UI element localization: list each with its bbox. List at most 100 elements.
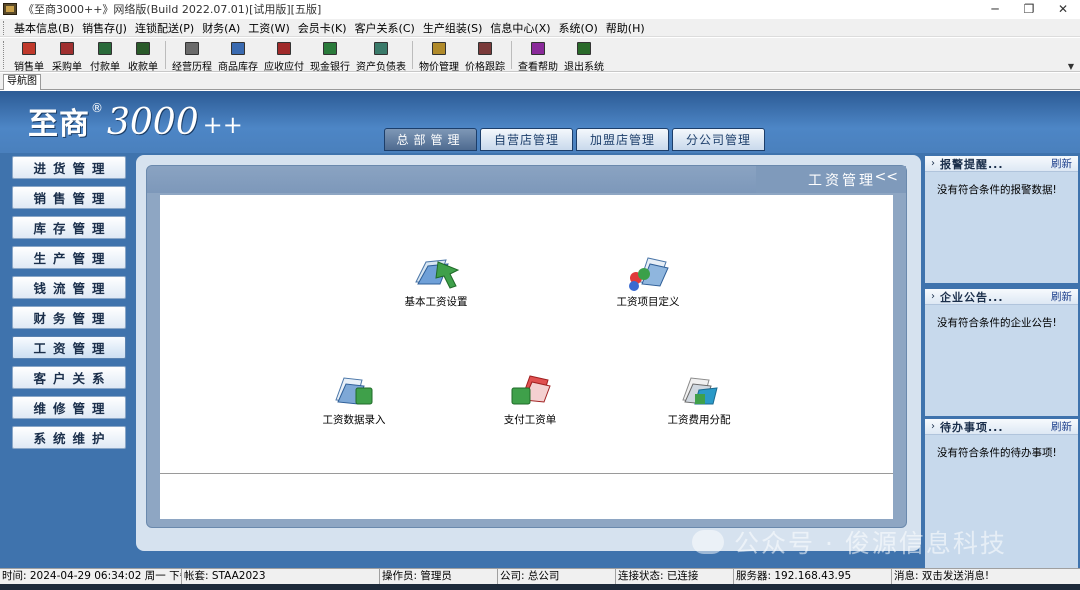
- toolbar-price-manage-button[interactable]: 物价管理: [416, 38, 462, 73]
- alarm-refresh-link[interactable]: 刷新: [1051, 156, 1072, 171]
- nav-purchase[interactable]: 进货管理: [12, 156, 126, 179]
- notice-header: › 企业公告... 刷新: [925, 289, 1078, 305]
- notice-box: › 企业公告... 刷新 没有符合条件的企业公告!: [925, 289, 1078, 416]
- toolbar-help-button[interactable]: 查看帮助: [515, 38, 561, 73]
- toolbar-business-history-button[interactable]: 经营历程: [169, 38, 215, 73]
- func-label: 支付工资单: [503, 414, 557, 426]
- close-button[interactable]: ✕: [1046, 0, 1080, 18]
- menu-finance[interactable]: 财务(A): [198, 20, 244, 36]
- toolbar-exit-button[interactable]: 退出系统: [561, 38, 607, 73]
- menu-grip-icon[interactable]: [3, 20, 6, 35]
- func-label: 工资数据录入: [322, 414, 386, 426]
- watermark-text: 公众号 · 俊源信息科技: [734, 529, 1007, 558]
- nav-customer[interactable]: 客户关系: [12, 366, 126, 389]
- price-manage-icon: [432, 42, 446, 55]
- toolbar-label: 商品库存: [218, 62, 258, 73]
- panel-title: 工资管理: [808, 173, 876, 189]
- basic-salary-setting-icon: [410, 252, 462, 292]
- history-icon: [185, 42, 199, 55]
- menu-salary[interactable]: 工资(W): [244, 20, 293, 36]
- salary-expense-allocation-icon: [673, 370, 725, 410]
- tab-franchise-store[interactable]: 加盟店管理: [576, 128, 669, 151]
- price-track-icon: [478, 42, 492, 55]
- nav-sales[interactable]: 销售管理: [12, 186, 126, 209]
- tab-branch-company[interactable]: 分公司管理: [672, 128, 765, 151]
- toolbar-inventory-button[interactable]: 商品库存: [215, 38, 261, 73]
- left-module-nav: 进货管理 销售管理 库存管理 生产管理 钱流管理 财务管理 工资管理 客户关系 …: [12, 156, 128, 456]
- nav-maintenance[interactable]: 维修管理: [12, 396, 126, 419]
- menu-system[interactable]: 系统(O): [555, 20, 602, 36]
- func-salary-item-definition[interactable]: 工资项目定义: [598, 252, 698, 309]
- menu-basic-info[interactable]: 基本信息(B): [10, 20, 78, 36]
- func-basic-salary-setting[interactable]: 基本工资设置: [386, 252, 486, 309]
- tab-navigation-map[interactable]: 导航图: [3, 74, 41, 90]
- menu-production-assembly[interactable]: 生产组装(S): [419, 20, 487, 36]
- registered-mark: ®: [91, 101, 103, 115]
- menu-info-center[interactable]: 信息中心(X): [486, 20, 554, 36]
- toolbar-label: 现金银行: [310, 62, 350, 73]
- workspace: 至商 ® 3000 ++ 总部管理 自营店管理 加盟店管理 分公司管理 进货管理…: [0, 91, 1080, 568]
- toolbar-label: 资产负债表: [356, 62, 406, 73]
- menu-customer-relations[interactable]: 客户关系(C): [351, 20, 419, 36]
- status-server: 服务器: 192.168.43.95: [734, 569, 892, 585]
- alarm-header: › 报警提醒... 刷新: [925, 156, 1078, 172]
- notice-title: 企业公告...: [940, 290, 1004, 304]
- os-taskbar: [0, 584, 1080, 590]
- minimize-button[interactable]: ─: [978, 0, 1012, 18]
- nav-finance[interactable]: 财务管理: [12, 306, 126, 329]
- toolbar-receipt-button[interactable]: 收款单: [124, 38, 162, 73]
- toolbar-label: 销售单: [14, 62, 44, 73]
- toolbar-sales-order-button[interactable]: 销售单: [10, 38, 48, 73]
- toolbar-label: 应收应付: [264, 62, 304, 73]
- todo-message: 没有符合条件的待办事项!: [937, 447, 1057, 459]
- menu-help[interactable]: 帮助(H): [602, 20, 649, 36]
- salary-item-definition-icon: [622, 252, 674, 292]
- func-salary-expense-allocation[interactable]: 工资费用分配: [649, 370, 749, 427]
- tab-headquarters[interactable]: 总部管理: [384, 128, 477, 151]
- nav-cashflow[interactable]: 钱流管理: [12, 276, 126, 299]
- nav-inventory[interactable]: 库存管理: [12, 216, 126, 239]
- panel-divider: [160, 473, 893, 474]
- menu-sales-inventory[interactable]: 销售存(J): [78, 20, 131, 36]
- status-bar: 时间: 2024-04-29 06:34:02 周一 下午 帐套: STAA20…: [0, 568, 1080, 585]
- toolbar-cash-bank-button[interactable]: 现金银行: [307, 38, 353, 73]
- nav-salary[interactable]: 工资管理: [12, 336, 126, 359]
- function-area: 基本工资设置 工资项目定义 工资数据录入 支付工资单 工资费用分配: [160, 195, 893, 519]
- document-tab-bar: 导航图: [0, 73, 1080, 90]
- toolbar-balance-sheet-button[interactable]: 资产负债表: [353, 38, 409, 73]
- inventory-icon: [231, 42, 245, 55]
- func-pay-salary[interactable]: 支付工资单: [480, 370, 580, 427]
- toolbar-label: 物价管理: [419, 62, 459, 73]
- maximize-button[interactable]: ❐: [1012, 0, 1046, 18]
- toolbar-label: 经营历程: [172, 62, 212, 73]
- status-message[interactable]: 消息: 双击发送消息!: [892, 569, 1080, 585]
- watermark: 公众号 · 俊源信息科技: [692, 524, 1007, 560]
- todo-refresh-link[interactable]: 刷新: [1051, 419, 1072, 434]
- toolbar-payment-button[interactable]: 付款单: [86, 38, 124, 73]
- toolbar-price-track-button[interactable]: 价格跟踪: [462, 38, 508, 73]
- purchase-doc-icon: [60, 42, 74, 55]
- collapse-button[interactable]: <<: [875, 169, 898, 185]
- nav-system[interactable]: 系统维护: [12, 426, 126, 449]
- toolbar-grip-icon[interactable]: [3, 41, 6, 69]
- notice-refresh-link[interactable]: 刷新: [1051, 289, 1072, 304]
- toolbar-overflow-icon[interactable]: ▼: [1068, 62, 1074, 71]
- menu-chain-distribution[interactable]: 连锁配送(P): [131, 20, 198, 36]
- toolbar-purchase-order-button[interactable]: 采购单: [48, 38, 86, 73]
- center-frame: 工资管理 << 基本工资设置 工资项目定义 工资数据录入 支付工资单 工资费用分…: [136, 155, 921, 551]
- nav-production[interactable]: 生产管理: [12, 246, 126, 269]
- app-logo: 至商 ® 3000 ++: [28, 99, 243, 143]
- func-label: 基本工资设置: [404, 296, 468, 308]
- tab-own-store[interactable]: 自营店管理: [480, 128, 573, 151]
- toolbar-receivable-button[interactable]: 应收应付: [261, 38, 307, 73]
- chevron-right-icon: ›: [931, 291, 935, 302]
- payment-doc-icon: [98, 42, 112, 55]
- func-salary-data-entry[interactable]: 工资数据录入: [304, 370, 404, 427]
- panel-header: 工资管理 <<: [147, 166, 906, 193]
- menu-member-card[interactable]: 会员卡(K): [294, 20, 351, 36]
- toolbar-separator: [165, 41, 166, 69]
- help-book-icon: [531, 42, 545, 55]
- toolbar-label: 收款单: [128, 62, 158, 73]
- toolbar-label: 退出系统: [564, 62, 604, 73]
- status-time: 时间: 2024-04-29 06:34:02 周一 下午: [0, 569, 182, 585]
